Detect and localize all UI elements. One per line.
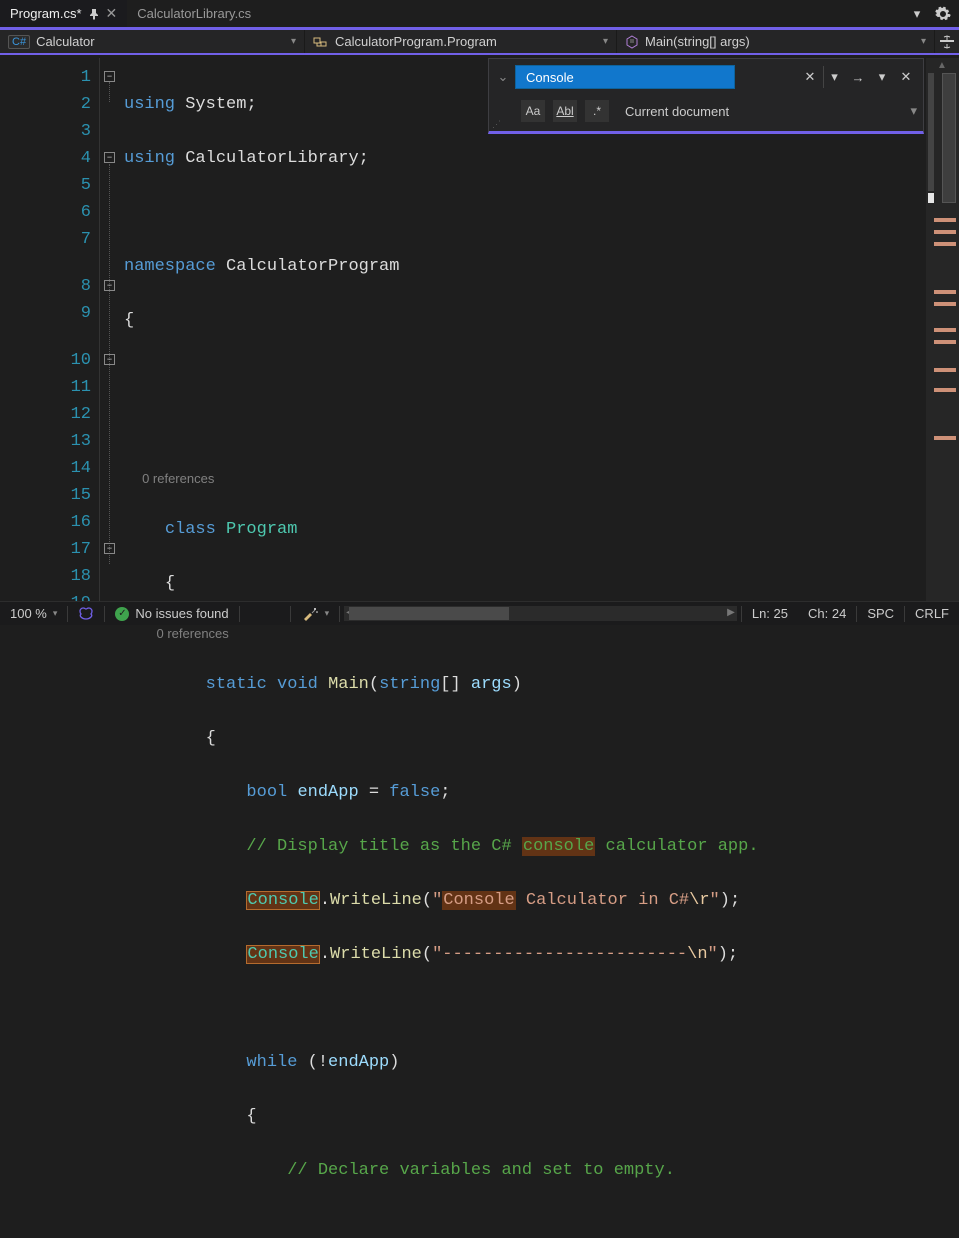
find-match-marker [934, 218, 956, 222]
find-match-marker [934, 230, 956, 234]
horizontal-scrollbar[interactable]: ◀ ▶ [344, 606, 737, 621]
nav-member-label: Main(string[] args) [645, 34, 750, 49]
fold-toggle[interactable]: − [104, 152, 115, 163]
find-match-marker [934, 436, 956, 440]
status-bar: 100 % ▾ ✓ No issues found ▾ ◀ ▶ Ln: 25 C… [0, 601, 959, 625]
line-number: 3 [0, 118, 91, 145]
indent-indicator[interactable]: SPC [857, 606, 904, 621]
eol-indicator[interactable]: CRLF [905, 606, 959, 621]
zoom-level[interactable]: 100 % ▾ [0, 606, 67, 621]
csharp-icon: C# [8, 35, 30, 49]
nav-project-label: Calculator [36, 34, 95, 49]
class-icon [313, 35, 329, 49]
find-panel: ⌄ Console ✕ ▾ → ▾ ✕ Aa Abl .* Current do… [488, 58, 924, 134]
line-number: 13 [0, 428, 91, 455]
vertical-scrollbar[interactable]: ▲ [926, 58, 959, 601]
tab-menu-chevron-icon[interactable]: ▾ [909, 6, 925, 22]
find-match-marker [934, 328, 956, 332]
chevron-down-icon: ▾ [921, 36, 926, 47]
line-number: 1 [0, 64, 91, 91]
chevron-down-icon: ▾ [291, 36, 296, 47]
resize-grip-icon[interactable]: ⋰ [492, 119, 501, 130]
split-editor-button[interactable] [935, 30, 959, 53]
line-number: 11 [0, 374, 91, 401]
regex-button[interactable]: .* [585, 100, 609, 122]
pin-icon[interactable] [88, 8, 100, 20]
find-next-button[interactable]: → [847, 66, 869, 88]
intellicode-icon[interactable] [68, 606, 104, 622]
find-close-2-button[interactable]: ✕ [895, 66, 917, 88]
col-indicator[interactable]: Ch: 24 [798, 606, 856, 621]
line-number: 4 [0, 145, 91, 172]
find-close-button[interactable]: ✕ [799, 66, 821, 88]
find-input[interactable]: Console [515, 65, 735, 89]
change-marker [928, 193, 934, 203]
find-match-marker [934, 368, 956, 372]
clean-icon[interactable]: ▾ [291, 606, 340, 622]
line-number: 9 [0, 300, 91, 327]
fold-toggle[interactable]: − [104, 280, 115, 291]
ok-icon: ✓ [115, 607, 129, 621]
scroll-right-icon[interactable]: ▶ [727, 607, 735, 618]
fold-column: − − − − − [100, 58, 124, 601]
code-area[interactable]: using System; using CalculatorLibrary; n… [124, 58, 959, 601]
fold-toggle[interactable]: − [104, 543, 115, 554]
issues-status[interactable]: ✓ No issues found [105, 606, 238, 621]
scrollbar-thumb[interactable] [942, 73, 956, 203]
line-number: 17 [0, 536, 91, 563]
expand-replace-icon[interactable]: ⌄ [495, 69, 511, 85]
method-icon [625, 35, 639, 49]
codelens[interactable]: 0 references [142, 471, 214, 486]
find-match-marker [934, 242, 956, 246]
close-icon[interactable]: ✕ [106, 5, 118, 22]
codelens[interactable]: 0 references [157, 626, 229, 641]
fold-toggle[interactable]: − [104, 71, 115, 82]
find-match-marker [934, 290, 956, 294]
nav-bar: C# Calculator ▾ CalculatorProgram.Progra… [0, 30, 959, 55]
find-term: Console [526, 70, 574, 85]
nav-project[interactable]: C# Calculator ▾ [0, 30, 305, 53]
tab-label: Program.cs* [10, 6, 82, 21]
tab-bar: Program.cs* ✕ CalculatorLibrary.cs ▾ [0, 0, 959, 30]
nav-class[interactable]: CalculatorProgram.Program ▾ [305, 30, 617, 53]
line-number: 10 [0, 347, 91, 374]
line-number: 14 [0, 455, 91, 482]
scrollbar-thumb[interactable] [349, 607, 509, 620]
line-number: 7 [0, 226, 91, 253]
match-word-button[interactable]: Abl [553, 100, 577, 122]
viewport-indicator [928, 73, 934, 191]
line-number: 16 [0, 509, 91, 536]
line-number: 6 [0, 199, 91, 226]
chevron-down-icon[interactable]: ▾ [910, 103, 917, 119]
find-options-button[interactable]: ▾ [871, 66, 893, 88]
find-scope-dropdown[interactable]: Current document [625, 104, 902, 119]
find-dropdown-button[interactable]: ▾ [823, 66, 845, 88]
find-match-marker [934, 340, 956, 344]
gutter: 1 2 3 4 5 6 7 8 9 10 11 12 13 14 15 16 1… [0, 58, 100, 601]
nav-member[interactable]: Main(string[] args) ▾ [617, 30, 935, 53]
line-number: 12 [0, 401, 91, 428]
gear-icon[interactable] [935, 6, 951, 22]
scroll-up-icon[interactable]: ▲ [937, 60, 947, 71]
match-case-button[interactable]: Aa [521, 100, 545, 122]
nav-class-label: CalculatorProgram.Program [335, 34, 497, 49]
tab-library[interactable]: CalculatorLibrary.cs [127, 0, 261, 27]
find-match-marker [934, 302, 956, 306]
chevron-down-icon: ▾ [603, 36, 608, 47]
tab-label: CalculatorLibrary.cs [137, 6, 251, 21]
fold-toggle[interactable]: − [104, 354, 115, 365]
line-indicator[interactable]: Ln: 25 [742, 606, 798, 621]
editor[interactable]: 1 2 3 4 5 6 7 8 9 10 11 12 13 14 15 16 1… [0, 58, 959, 601]
line-number: 18 [0, 563, 91, 590]
line-number: 5 [0, 172, 91, 199]
line-number: 15 [0, 482, 91, 509]
tab-program[interactable]: Program.cs* ✕ [0, 0, 127, 27]
line-number: 8 [0, 273, 91, 300]
find-match-marker [934, 388, 956, 392]
line-number: 2 [0, 91, 91, 118]
